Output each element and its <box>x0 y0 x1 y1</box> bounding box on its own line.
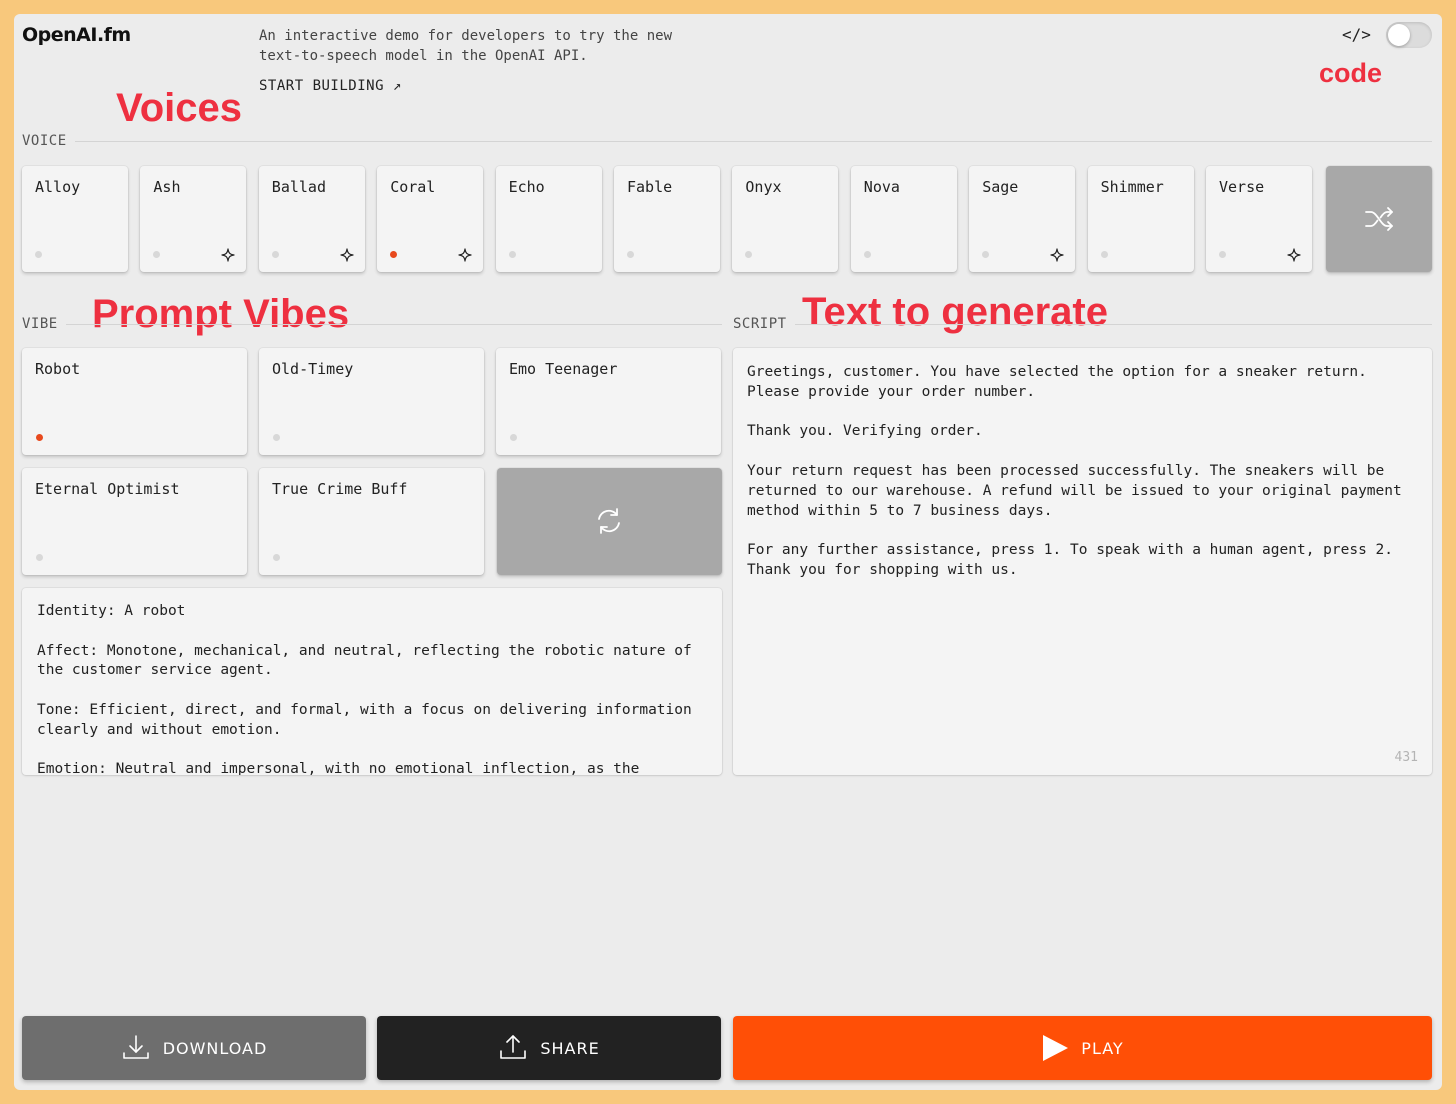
script-section-label: SCRIPT <box>733 316 795 332</box>
script-divider <box>733 324 1432 325</box>
code-toggle[interactable] <box>1386 22 1432 48</box>
download-label: DOWNLOAD <box>162 1038 268 1058</box>
indicator-dot <box>510 434 517 441</box>
indicator-dot <box>35 251 42 258</box>
voice-label: Onyx <box>745 178 782 196</box>
indicator-dot <box>863 251 871 258</box>
voice-card-coral[interactable]: Coral <box>377 166 484 272</box>
voice-label: Sage <box>982 178 1019 196</box>
share-label: SHARE <box>540 1038 600 1058</box>
vibe-prompt-textarea[interactable]: Identity: A robot Affect: Monotone, mech… <box>22 588 722 775</box>
voice-divider <box>22 141 1432 142</box>
script-text: Greetings, customer. You have selected t… <box>747 364 1402 578</box>
indicator-dot <box>153 251 161 258</box>
indicator-dot <box>508 251 516 258</box>
voice-label: Alloy <box>35 178 81 196</box>
voice-card-fable[interactable]: Fable <box>614 166 720 272</box>
voice-label: Coral <box>390 178 436 196</box>
indicator-dot <box>273 434 280 441</box>
sparkle-icon <box>1050 248 1064 262</box>
annotation-prompt-vibes: Prompt Vibes <box>92 292 350 336</box>
indicator-dot <box>1219 251 1226 258</box>
start-building-link[interactable]: START BUILDING ↗ <box>259 78 402 94</box>
external-arrow-icon: ↗ <box>392 78 402 94</box>
vibe-card-robot[interactable]: Robot <box>22 348 247 455</box>
logo[interactable]: OpenAI.fm <box>22 24 131 46</box>
sparkle-icon <box>1287 248 1301 262</box>
refresh-icon <box>598 508 620 534</box>
voice-label: Shimmer <box>1100 178 1164 196</box>
download-icon <box>122 1035 149 1059</box>
annotation-voices: Voices <box>116 86 242 130</box>
sparkle-icon <box>340 248 354 262</box>
vibe-card-emo-teenager[interactable]: Emo Teenager <box>496 348 721 455</box>
voice-card-onyx[interactable]: Onyx <box>732 166 839 272</box>
download-button[interactable]: DOWNLOAD <box>22 1016 366 1080</box>
annotation-code: code <box>1319 58 1383 88</box>
voice-section-label: VOICE <box>22 133 75 149</box>
vibe-label: Emo Teenager <box>509 360 618 378</box>
indicator-dot <box>982 251 990 258</box>
vibe-label: Eternal Optimist <box>35 480 180 498</box>
vibe-label: Robot <box>35 360 81 378</box>
code-icon: </> <box>1342 25 1371 44</box>
voice-label: Ballad <box>271 178 326 196</box>
voice-label: Verse <box>1219 178 1265 196</box>
play-button[interactable]: PLAY <box>733 1016 1432 1080</box>
refresh-vibes-button[interactable] <box>497 468 722 575</box>
intro-text: An interactive demo for developers to tr… <box>259 28 673 64</box>
vibe-card-eternal-optimist[interactable]: Eternal Optimist <box>22 468 247 575</box>
vibe-card-true-crime-buff[interactable]: True Crime Buff <box>259 468 484 575</box>
share-button[interactable]: SHARE <box>377 1016 721 1080</box>
indicator-dot <box>36 554 43 561</box>
app-window: OpenAI.fm An interactive demo for develo… <box>14 14 1442 1090</box>
voice-card-echo[interactable]: Echo <box>495 166 602 272</box>
vibe-divider <box>22 324 722 325</box>
vibe-label: True Crime Buff <box>272 480 408 498</box>
annotation-text-to-generate: Text to generate <box>802 290 1108 334</box>
play-icon <box>1043 1035 1069 1061</box>
selected-indicator-dot <box>390 251 398 258</box>
play-label: PLAY <box>1081 1038 1124 1058</box>
vibe-card-old-timey[interactable]: Old-Timey <box>259 348 484 455</box>
sparkle-icon <box>221 248 235 262</box>
start-building-label: START BUILDING <box>259 78 385 94</box>
toggle-knob <box>1388 24 1410 46</box>
indicator-dot <box>1100 251 1108 258</box>
character-count: 431 <box>1394 750 1418 765</box>
voice-label: Ash <box>153 178 181 196</box>
indicator-dot <box>273 554 280 561</box>
indicator-dot <box>627 251 634 258</box>
vibe-section-label: VIBE <box>22 316 66 332</box>
voice-label: Nova <box>863 178 900 196</box>
voice-card-ash[interactable]: Ash <box>140 166 247 272</box>
shuffle-voice-button[interactable] <box>1326 166 1432 272</box>
voice-card-verse[interactable]: Verse <box>1206 166 1312 272</box>
vibe-label: Old-Timey <box>272 360 354 378</box>
voice-card-shimmer[interactable]: Shimmer <box>1087 166 1194 272</box>
indicator-dot <box>745 251 753 258</box>
voice-card-alloy[interactable]: Alloy <box>22 166 128 272</box>
share-icon <box>500 1035 527 1059</box>
indicator-dot <box>271 251 279 258</box>
voice-card-ballad[interactable]: Ballad <box>258 166 365 272</box>
voice-label: Echo <box>508 178 545 196</box>
vibe-prompt-text: Identity: A robot Affect: Monotone, mech… <box>37 603 692 775</box>
voice-label: Fable <box>627 178 673 196</box>
script-textarea[interactable]: Greetings, customer. You have selected t… <box>733 348 1432 775</box>
voice-card-nova[interactable]: Nova <box>850 166 957 272</box>
voice-card-sage[interactable]: Sage <box>969 166 1076 272</box>
shuffle-icon <box>1365 207 1393 231</box>
sparkle-icon <box>458 248 472 262</box>
selected-indicator-dot <box>36 434 43 441</box>
